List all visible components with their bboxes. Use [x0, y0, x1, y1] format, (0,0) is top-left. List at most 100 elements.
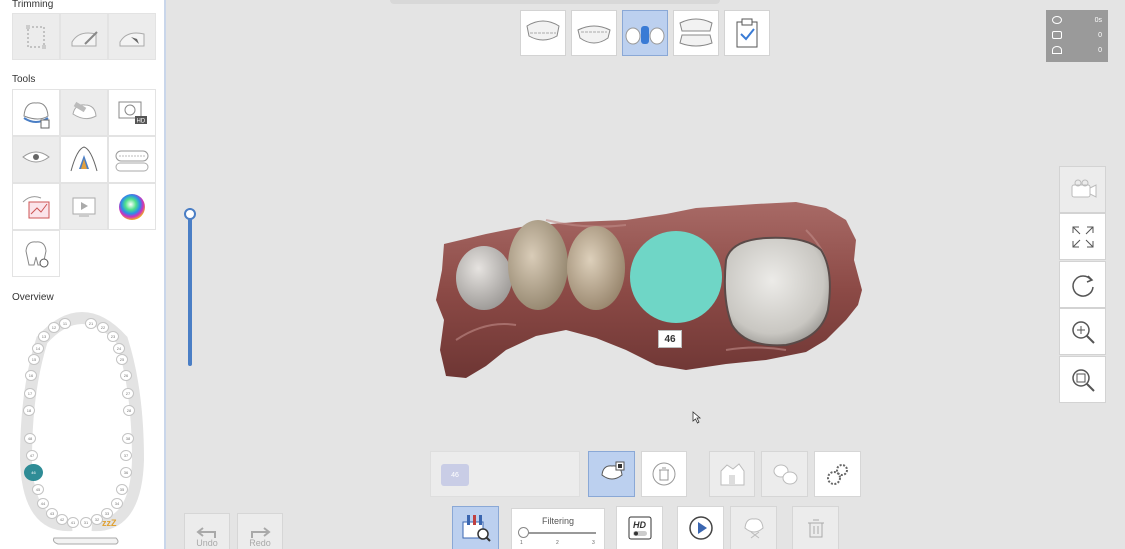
fit-to-screen-button[interactable]: [1059, 213, 1106, 260]
tooth-27[interactable]: 27: [122, 388, 134, 399]
tooth-34[interactable]: 34: [111, 498, 123, 509]
color-map-tool-button[interactable]: [108, 183, 156, 230]
tooth-21[interactable]: 21: [85, 318, 97, 329]
tooth-overview: 11 21 12 22 13 23 14 24 15 25 16 26 17 27 18 28 48 38 47 37…: [12, 310, 152, 549]
remove-data-button[interactable]: [730, 506, 777, 549]
tooth-26[interactable]: 26: [120, 370, 132, 381]
filter-tick-3: 3: [592, 540, 595, 546]
zoom-window-button[interactable]: [1059, 356, 1106, 403]
molar-tooth-48: [456, 246, 512, 310]
lasso-trim-tool-button[interactable]: [108, 13, 156, 60]
tooth-14[interactable]: 14: [32, 343, 44, 354]
delete-scan-button[interactable]: [792, 506, 839, 549]
model-base-icon: [720, 463, 745, 486]
filtering-control[interactable]: Filtering 1 2 3: [511, 508, 605, 549]
margin-settings-button[interactable]: [814, 451, 861, 497]
tooth-11[interactable]: 11: [59, 318, 71, 329]
scan-inspect-icon: [462, 515, 491, 542]
margin-edit-button[interactable]: [588, 451, 635, 497]
expand-icon: [1072, 226, 1093, 247]
hd-capture-tool-button[interactable]: HD: [108, 89, 156, 136]
tooth-17[interactable]: 17: [24, 388, 36, 399]
tooth-38[interactable]: 38: [122, 433, 134, 444]
mandible-scan-button[interactable]: [571, 10, 617, 56]
premolar-tooth-44: [567, 226, 625, 310]
box-select-tool-button[interactable]: [12, 13, 60, 60]
trash-circle-icon: [652, 462, 676, 486]
bite-tool-button[interactable]: [12, 136, 60, 183]
eraser-tool-button[interactable]: [60, 89, 108, 136]
tooth-35[interactable]: 35: [116, 484, 128, 495]
selected-tooth-46-highlight[interactable]: [630, 231, 722, 323]
arch-icon: [115, 150, 149, 171]
tools-title: Tools: [12, 74, 36, 85]
camera-view-button[interactable]: [1059, 166, 1106, 213]
tooth-45[interactable]: 45: [32, 484, 44, 495]
tooth-pair-button[interactable]: [761, 451, 808, 497]
scan-inspect-button[interactable]: [452, 506, 499, 549]
tooth-selection-field[interactable]: 46: [430, 451, 580, 497]
tooth-25[interactable]: 25: [116, 354, 128, 365]
tooth-46[interactable]: 46: [24, 464, 43, 481]
overview-title: Overview: [12, 292, 54, 303]
tooth-13[interactable]: 13: [38, 331, 50, 342]
molar-tooth-47: [723, 236, 831, 347]
tooth-31[interactable]: 31: [80, 517, 92, 528]
premolar-tooth-45: [508, 220, 568, 310]
lock-tooth-icon: [25, 240, 49, 267]
undo-button[interactable]: Undo: [184, 513, 230, 549]
preparation-icon: [625, 26, 665, 45]
zoom-in-button[interactable]: [1059, 308, 1106, 355]
tooth-12[interactable]: 12: [48, 322, 60, 333]
tooth-pair-icon: [773, 464, 797, 485]
camera-icon: [1071, 179, 1096, 198]
tooth-22[interactable]: 22: [97, 322, 109, 333]
tools-grid: HD: [12, 89, 156, 277]
tooth-47[interactable]: 47: [26, 450, 38, 461]
preparation-scan-button[interactable]: [622, 10, 668, 56]
mandible-icon: [577, 25, 611, 44]
brightness-slider-track[interactable]: [188, 208, 192, 366]
occlusion-scan-button[interactable]: [673, 10, 719, 56]
svg-text:HD: HD: [633, 520, 646, 530]
review-step-button[interactable]: [724, 10, 770, 56]
hd-mode-button[interactable]: HD: [616, 506, 663, 549]
mouse-cursor-icon: [692, 411, 702, 424]
timer-value: 0s: [1094, 16, 1102, 24]
tooth-24[interactable]: 24: [113, 343, 125, 354]
model-base-button[interactable]: [709, 451, 755, 497]
margin-tool-button[interactable]: [12, 89, 60, 136]
gears-icon: [826, 464, 848, 485]
filtering-slider-handle[interactable]: [518, 527, 529, 538]
tooth-37[interactable]: 37: [120, 450, 132, 461]
redo-button[interactable]: Redo: [237, 513, 283, 549]
tooth-chip[interactable]: 46: [441, 464, 469, 486]
play-button[interactable]: [677, 506, 724, 549]
lock-tool-button[interactable]: [12, 230, 60, 277]
tooth-16[interactable]: 16: [25, 370, 37, 381]
frames-icon: [1052, 31, 1062, 39]
tooth-48[interactable]: 48: [24, 433, 36, 444]
hd-capture-icon: HD: [118, 101, 147, 124]
tooth-18[interactable]: 18: [23, 405, 35, 416]
hd-toggle-icon: HD: [628, 516, 651, 540]
count-a-row: 0: [1052, 29, 1102, 41]
palatal-tool-button[interactable]: [60, 136, 108, 183]
brightness-slider-handle[interactable]: [184, 208, 196, 220]
tooth-36[interactable]: 36: [120, 467, 132, 478]
filtering-slider-track[interactable]: [522, 532, 596, 534]
delete-margin-button[interactable]: [641, 451, 687, 497]
tooth-44[interactable]: 44: [37, 498, 49, 509]
maxilla-scan-button[interactable]: [520, 10, 566, 56]
tooth-23[interactable]: 23: [107, 331, 119, 342]
count-b-value: 0: [1098, 46, 1102, 54]
scan-viewport[interactable]: [426, 200, 876, 390]
tooth-15[interactable]: 15: [28, 354, 40, 365]
compare-tool-button[interactable]: [12, 183, 60, 230]
tooth-28[interactable]: 28: [123, 405, 135, 416]
arch-tool-button[interactable]: [108, 136, 156, 183]
brush-trim-tool-button[interactable]: [60, 13, 108, 60]
tooth-41[interactable]: 41: [67, 517, 79, 528]
rotate-view-button[interactable]: [1059, 261, 1106, 308]
video-tool-button[interactable]: [60, 183, 108, 230]
